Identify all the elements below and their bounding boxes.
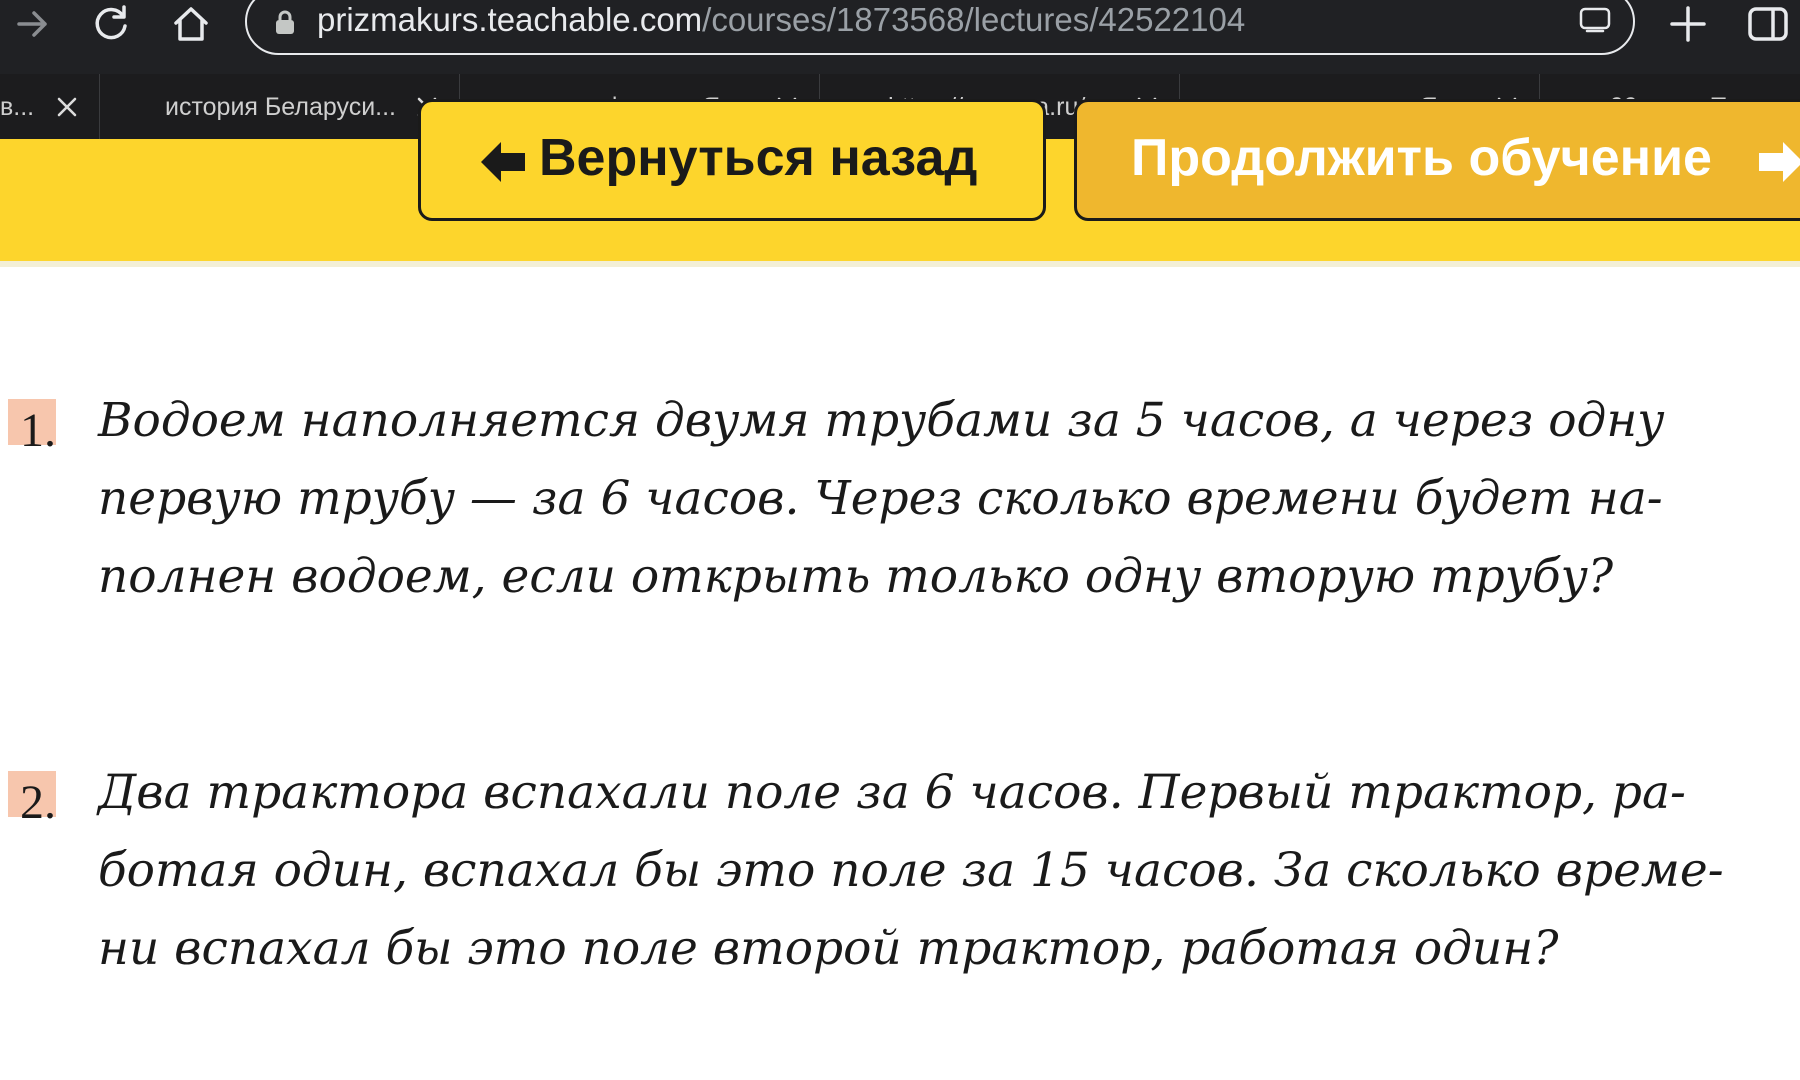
- problem-text-line: ни вспахал бы это поле второй трактор, р…: [98, 921, 1559, 976]
- problem-number: 1.: [20, 404, 56, 457]
- reload-button[interactable]: [86, 0, 136, 48]
- continue-button-label: Продолжить обучение: [1131, 129, 1712, 187]
- problem-text-line: полнен водоем, если открыть только одну …: [98, 549, 1614, 604]
- problem-text-line: Два трактора вспахали поле за 6 часов. П…: [98, 765, 1686, 820]
- arrow-right-icon: [1759, 142, 1800, 182]
- forward-arrow-icon: [17, 11, 47, 37]
- side-panel-button[interactable]: [1740, 0, 1796, 48]
- continue-button[interactable]: Продолжить обучение: [1074, 99, 1800, 221]
- new-tab-button[interactable]: [1660, 0, 1716, 48]
- problem-text-line: ботая один, вспахал бы это поле за 15 ча…: [98, 843, 1724, 898]
- problem-text-line: первую трубу — за 6 часов. Через сколько…: [98, 471, 1663, 526]
- tab-1[interactable]: в...: [0, 74, 100, 139]
- back-button[interactable]: Вернуться назад: [418, 99, 1046, 221]
- problem-number: 2.: [20, 776, 56, 829]
- tab-label: история Беларуси...: [165, 93, 397, 121]
- browser-toolbar: prizmakurs.teachable.com/courses/1873568…: [0, 0, 1800, 74]
- lecture-nav-bar: Вернуться назад Продолжить обучение: [0, 99, 1800, 267]
- page-content: Вернуться назад Продолжить обучение 1. В…: [0, 99, 1800, 1080]
- side-panel-icon: [1748, 7, 1788, 41]
- home-button[interactable]: [166, 0, 216, 48]
- url-host: prizmakurs.teachable.com: [317, 1, 703, 38]
- tab-2[interactable]: история Беларуси...: [100, 74, 460, 139]
- screen-icon[interactable]: [1579, 6, 1611, 34]
- address-bar[interactable]: prizmakurs.teachable.com/courses/1873568…: [245, 0, 1635, 55]
- arrow-left-icon: [481, 142, 525, 182]
- reload-icon: [95, 5, 127, 40]
- tab-label: в...: [0, 93, 35, 121]
- home-icon: [174, 7, 208, 41]
- forward-button[interactable]: [8, 0, 58, 48]
- back-button-label: Вернуться назад: [539, 129, 978, 187]
- lock-icon: [276, 10, 294, 34]
- problem-number-badge: 2.: [8, 771, 56, 829]
- url-text: prizmakurs.teachable.com/courses/1873568…: [317, 0, 1245, 40]
- url-path: /courses/1873568/lectures/42522104: [702, 1, 1246, 38]
- problem-text-line: Водоем наполняется двумя трубами за 5 ча…: [98, 393, 1665, 448]
- close-icon[interactable]: [54, 94, 80, 120]
- problem-number-badge: 1.: [8, 399, 56, 457]
- plus-icon: [1670, 6, 1706, 42]
